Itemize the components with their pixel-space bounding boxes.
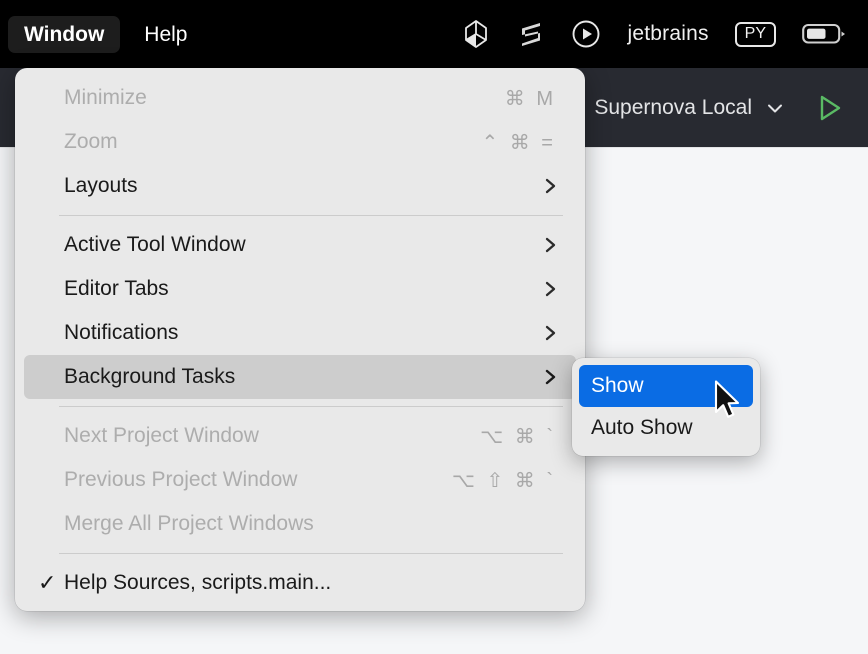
menu-item-zoom[interactable]: Zoom ⌃ ⌘ = [24,120,576,164]
menu-item-help-sources[interactable]: ✓ Help Sources, scripts.main... [24,561,576,605]
jetbrains-tray-label[interactable]: jetbrains [627,22,708,46]
mac-menu-bar: Window Help jetbrains PY [0,0,868,68]
submenu-item-show[interactable]: Show [579,365,753,407]
run-play-icon[interactable] [812,91,846,125]
play-circle-icon[interactable] [571,19,601,49]
menu-item-label: Merge All Project Windows [64,512,562,536]
cube-icon[interactable] [461,19,491,49]
menubar-item-help[interactable]: Help [128,16,203,53]
menu-item-merge-all-project-windows[interactable]: Merge All Project Windows [24,502,576,546]
menu-item-label: Active Tool Window [64,233,540,257]
menu-separator [59,406,563,407]
menu-item-label: Minimize [64,86,505,110]
checkmark-icon: ✓ [38,572,56,594]
menu-item-editor-tabs[interactable]: Editor Tabs [24,267,576,311]
sublime-s-icon[interactable] [517,19,545,49]
submenu-item-auto-show[interactable]: Auto Show [579,407,753,449]
chevron-right-icon [540,279,560,299]
menu-separator [59,215,563,216]
menubar-item-window[interactable]: Window [8,16,120,53]
menu-item-shortcut: ⌘ M [505,86,562,111]
python-badge-icon[interactable]: PY [735,22,776,47]
run-configuration-label: Supernova Local [594,96,752,120]
menu-item-label: Editor Tabs [64,277,540,301]
menu-item-minimize[interactable]: Minimize ⌘ M [24,76,576,120]
menu-item-shortcut: ⌥ ⌘ ` [480,424,562,449]
chevron-right-icon [540,367,560,387]
menu-item-active-tool-window[interactable]: Active Tool Window [24,223,576,267]
menu-item-label: Next Project Window [64,424,480,448]
menu-item-notifications[interactable]: Notifications [24,311,576,355]
menubar-tray: jetbrains PY [461,19,868,49]
menu-item-background-tasks[interactable]: Background Tasks [24,355,576,399]
chevron-right-icon [540,235,560,255]
menu-item-shortcut: ⌃ ⌘ = [481,130,562,155]
battery-icon[interactable] [802,21,848,47]
menu-item-label: Background Tasks [64,365,540,389]
menu-item-label: Layouts [64,174,540,198]
run-configuration-selector[interactable]: Supernova Local [594,96,786,120]
chevron-right-icon [540,323,560,343]
menu-item-next-project-window[interactable]: Next Project Window ⌥ ⌘ ` [24,414,576,458]
menu-separator [59,553,563,554]
chevron-down-icon [764,97,786,119]
menu-item-layouts[interactable]: Layouts [24,164,576,208]
menu-item-label: Zoom [64,130,481,154]
menu-item-shortcut: ⌥ ⇧ ⌘ ` [452,468,562,493]
window-dropdown-menu: Minimize ⌘ M Zoom ⌃ ⌘ = Layouts Active T… [15,68,585,611]
menu-item-label: Help Sources, scripts.main... [64,571,562,595]
chevron-right-icon [540,176,560,196]
menu-item-previous-project-window[interactable]: Previous Project Window ⌥ ⇧ ⌘ ` [24,458,576,502]
menu-item-label: Previous Project Window [64,468,452,492]
menu-item-label: Notifications [64,321,540,345]
background-tasks-submenu: Show Auto Show [572,358,760,456]
